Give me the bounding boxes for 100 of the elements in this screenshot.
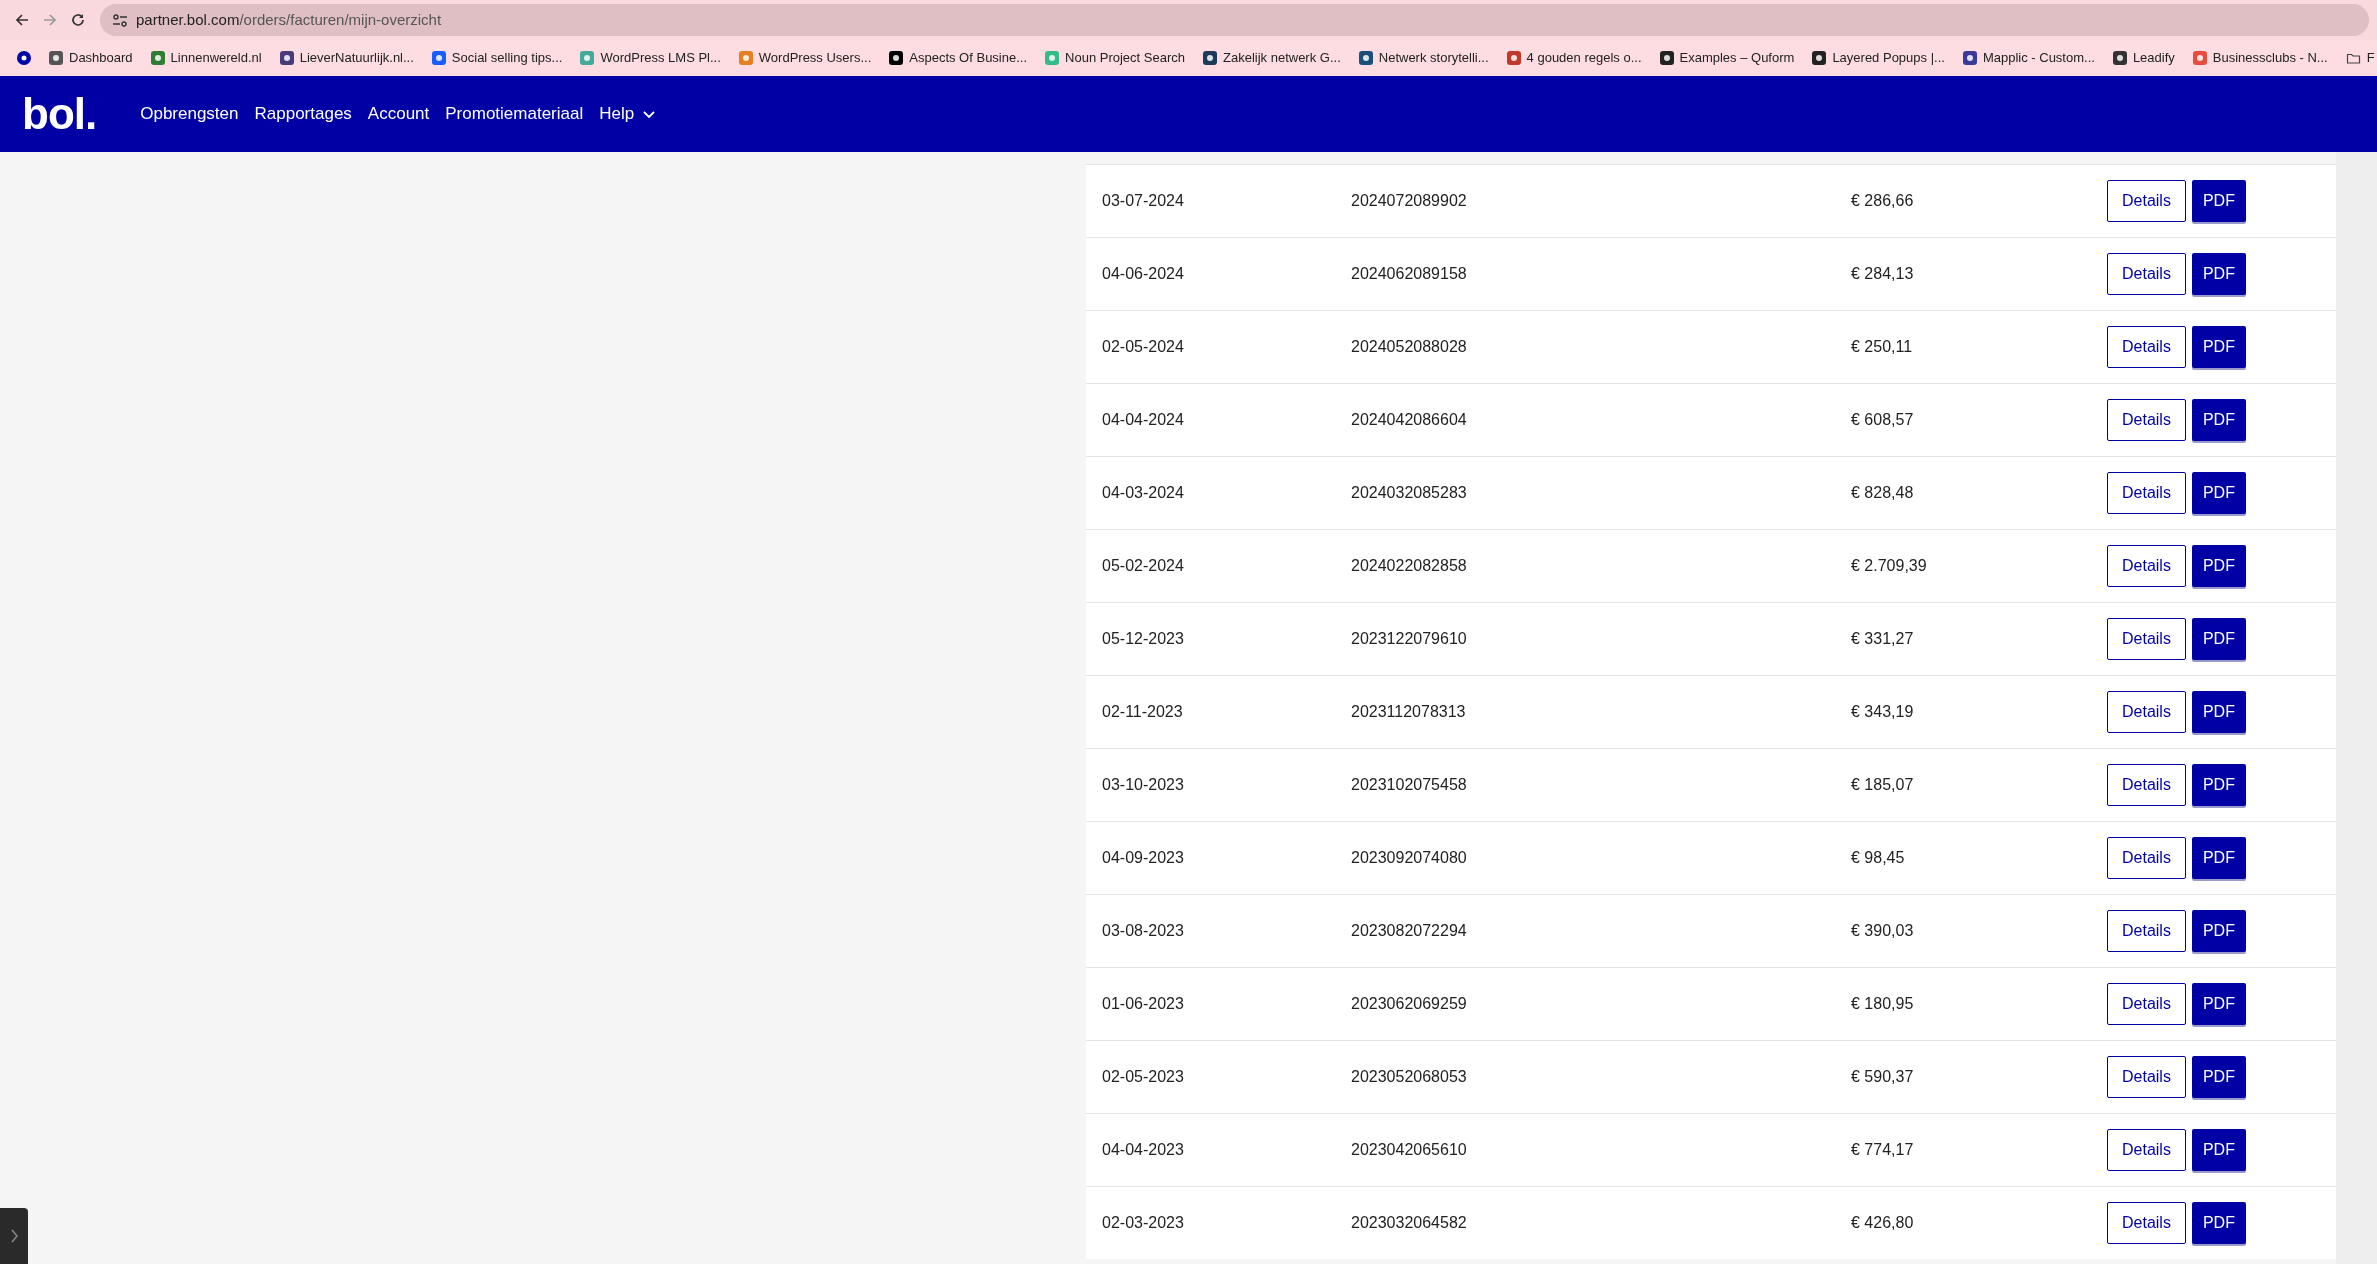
date-cell-text: 04-06-2024 <box>1101 264 1185 284</box>
bookmark[interactable]: LieverNatuurlijk.nl... <box>270 48 423 68</box>
date-cell-text: 02-03-2023 <box>1101 1213 1185 1233</box>
nav-link[interactable]: Opbrengsten <box>140 101 239 127</box>
site-favicon-icon <box>1203 51 1217 65</box>
details-button[interactable]: Details <box>2107 837 2186 879</box>
details-button[interactable]: Details <box>2107 180 2186 222</box>
nav-link[interactable]: Rapportages <box>254 101 352 127</box>
reload-icon[interactable] <box>70 12 86 28</box>
date-cell-text: 04-03-2024 <box>1101 483 1185 503</box>
date-cell-text: 04-04-2024 <box>1101 410 1185 430</box>
pdf-button[interactable]: PDF <box>2191 1056 2246 1098</box>
amount-cell-text: € 590,37 <box>1850 1067 1915 1087</box>
site-favicon-icon <box>580 51 595 65</box>
site-favicon-icon <box>17 51 31 65</box>
pdf-button[interactable]: PDF <box>2191 983 2246 1025</box>
bookmark[interactable]: Dashboard <box>40 48 142 68</box>
site-favicon-icon <box>1045 51 1060 65</box>
invoice-number-cell-text: 2024022082858 <box>1350 556 1468 576</box>
site-favicon-icon <box>2112 51 2127 65</box>
pdf-button[interactable]: PDF <box>2191 691 2246 733</box>
details-button[interactable]: Details <box>2107 1056 2186 1098</box>
invoice-number-cell-text: 2023092074080 <box>1350 848 1468 868</box>
bookmark[interactable]: Noun Project Search <box>1036 48 1194 68</box>
site-favicon-icon <box>279 51 294 65</box>
date-cell-text: 01-06-2023 <box>1101 994 1185 1014</box>
details-button[interactable]: Details <box>2107 545 2186 587</box>
site-favicon-icon <box>889 51 904 65</box>
pdf-button[interactable]: PDF <box>2191 399 2246 441</box>
pdf-button[interactable]: PDF <box>2191 910 2246 952</box>
logo[interactable]: bol. <box>22 92 97 136</box>
details-button[interactable]: Details <box>2107 399 2186 441</box>
bookmark[interactable]: Layered Popups |... <box>1803 48 1954 68</box>
invoice-number-cell-text: 2024062089158 <box>1350 264 1468 284</box>
pdf-button[interactable]: PDF <box>2191 180 2246 222</box>
pdf-button[interactable]: PDF <box>2191 837 2246 879</box>
pdf-button[interactable]: PDF <box>2191 253 2246 295</box>
nav-link[interactable]: Account <box>367 101 430 127</box>
details-button[interactable]: Details <box>2107 764 2186 806</box>
bookmark[interactable]: 4 gouden regels o... <box>1497 48 1651 68</box>
site-favicon-icon <box>49 51 63 65</box>
details-button[interactable]: Details <box>2107 1129 2186 1171</box>
bookmark[interactable]: WordPress Users... <box>729 48 881 68</box>
date-cell-text: 04-09-2023 <box>1101 848 1185 868</box>
pdf-button[interactable]: PDF <box>2191 472 2246 514</box>
invoice-number-cell-text: 2023052068053 <box>1350 1067 1468 1087</box>
chevron-right-icon <box>9 1228 19 1244</box>
site-favicon-icon <box>2192 51 2207 65</box>
back-icon[interactable] <box>14 12 30 28</box>
site-favicon-icon <box>1659 51 1674 65</box>
details-button[interactable]: Details <box>2107 253 2186 295</box>
bookmark[interactable]: Aspects Of Busine... <box>880 48 1037 68</box>
pdf-button[interactable]: PDF <box>2191 1129 2246 1171</box>
invoice-number-cell-text: 2024052088028 <box>1350 337 1468 357</box>
site-favicon-icon <box>431 51 446 65</box>
bookmark[interactable]: Businessclubs - N... <box>2183 48 2337 68</box>
invoice-number-cell-text: 2023062069259 <box>1350 994 1468 1014</box>
details-button[interactable]: Details <box>2107 1202 2186 1244</box>
pdf-button[interactable]: PDF <box>2191 1202 2246 1244</box>
date-cell-text: 02-05-2024 <box>1101 337 1185 357</box>
bookmark[interactable]: Netwerk storytelli... <box>1349 48 1498 68</box>
amount-cell-text: € 180,95 <box>1850 994 1915 1014</box>
details-button[interactable]: Details <box>2107 691 2186 733</box>
bookmark[interactable]: Zakelijk netwerk G... <box>1194 48 1350 68</box>
address-bar[interactable]: partner.bol.com/orders/facturen/mijn-overzicht <box>100 4 2369 36</box>
site-favicon-icon <box>738 51 753 65</box>
invoice-number-cell-text: 2024032085283 <box>1350 483 1468 503</box>
site-settings-icon[interactable] <box>112 12 128 28</box>
nav-link[interactable]: Promotiemateriaal <box>445 101 584 127</box>
details-button[interactable]: Details <box>2107 618 2186 660</box>
details-button[interactable]: Details <box>2107 472 2186 514</box>
bookmark[interactable]: Leadify <box>2103 48 2184 68</box>
bookmark[interactable]: Linnenwereld.nl <box>141 48 271 68</box>
bookmark[interactable]: Mapplic - Custom... <box>1953 48 2104 68</box>
bookmark[interactable]: Examples – Quform <box>1650 48 1804 68</box>
date-cell-text: 03-08-2023 <box>1101 921 1185 941</box>
date-cell-text: 02-11-2023 <box>1101 702 1184 722</box>
details-button[interactable]: Details <box>2107 326 2186 368</box>
invoice-number-cell-text: 2023032064582 <box>1350 1213 1468 1233</box>
amount-cell-text: € 608,57 <box>1850 410 1915 430</box>
amount-cell-text: € 331,27 <box>1850 629 1915 649</box>
details-button[interactable]: Details <box>2107 983 2186 1025</box>
amount-cell-text: € 774,17 <box>1850 1140 1915 1160</box>
pdf-button[interactable]: PDF <box>2191 326 2246 368</box>
side-panel-toggle[interactable] <box>0 1208 28 1264</box>
bookmark[interactable]: F <box>2336 48 2377 68</box>
folder-icon <box>2345 51 2361 65</box>
bookmark[interactable]: WordPress LMS Pl... <box>571 48 730 68</box>
date-cell-text: 04-04-2023 <box>1101 1140 1185 1160</box>
pdf-button[interactable]: PDF <box>2191 764 2246 806</box>
site-favicon-icon <box>1812 51 1827 65</box>
amount-cell-text: € 286,66 <box>1850 191 1915 211</box>
invoice-number-cell-text: 2024072089902 <box>1350 191 1468 211</box>
pdf-button[interactable]: PDF <box>2191 618 2246 660</box>
details-button[interactable]: Details <box>2107 910 2186 952</box>
nav-dropdown[interactable]: Help <box>599 101 657 127</box>
invoice-number-cell-text: 2023122079610 <box>1350 629 1468 649</box>
bookmark[interactable]: Social selling tips... <box>422 48 572 68</box>
pdf-button[interactable]: PDF <box>2191 545 2246 587</box>
date-cell-text: 05-02-2024 <box>1101 556 1185 576</box>
